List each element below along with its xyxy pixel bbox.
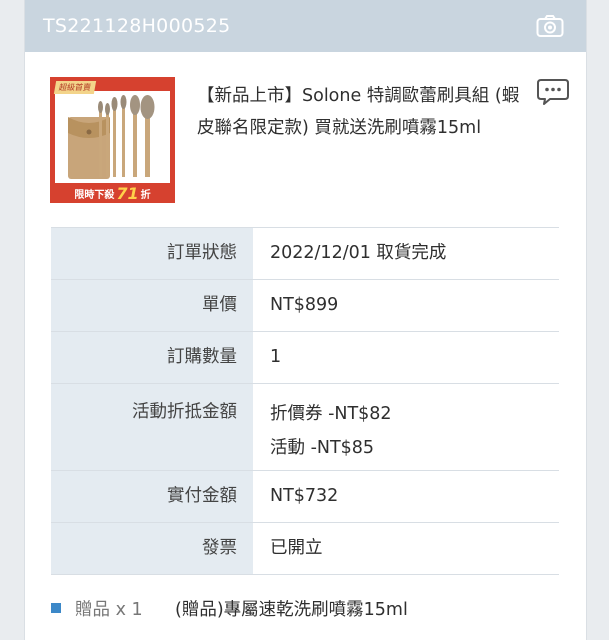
detail-row-quantity: 訂購數量 1 [51,332,559,384]
gift-label: 贈品 x 1 [75,599,143,620]
detail-label: 發票 [51,523,253,574]
order-details-table: 訂單狀態 2022/12/01 取貨完成 單價 NT$899 訂購數量 1 活動… [51,227,559,575]
thumbnail-tag: 超級首賣 [53,81,97,94]
detail-value: NT$899 [270,295,339,315]
detail-row-status: 訂單狀態 2022/12/01 取貨完成 [51,227,559,280]
detail-value: 1 [270,347,282,367]
invoice-link[interactable]: 已開立 [253,523,559,574]
banner-discount: 71 [116,183,139,203]
product-row[interactable]: 超級首賣 限時下殺 71 折 【新品上市】Solone 特調歐蕾刷具組 (蝦皮聯… [25,52,586,253]
camera-icon[interactable] [536,14,564,38]
chat-icon[interactable] [536,77,570,107]
thumbnail-banner: 限時下殺 71 折 [50,183,175,203]
banner-suffix: 折 [140,189,151,201]
detail-value: 2022/12/01 取貨完成 [270,243,447,263]
detail-label: 訂單狀態 [51,228,253,279]
detail-label: 活動折抵金額 [51,384,253,470]
product-title[interactable]: 【新品上市】Solone 特調歐蕾刷具組 (蝦皮聯名限定款) 買就送洗刷噴霧15… [197,80,528,144]
discount-campaign: 活動 -NT$85 [270,438,375,458]
detail-value: NT$732 [270,486,339,506]
order-id: TS221128H000525 [43,15,231,37]
detail-value: 折價券 -NT$82 活動 -NT$85 [253,384,559,470]
gift-marker [51,603,61,613]
banner-prefix: 限時下殺 [74,189,115,201]
detail-row-unit-price: 單價 NT$899 [51,280,559,332]
detail-row-discount: 活動折抵金額 折價券 -NT$82 活動 -NT$85 [51,384,559,471]
detail-label: 單價 [51,280,253,331]
gift-text: (贈品)專屬速乾洗刷噴霧15ml [175,599,408,620]
product-thumbnail[interactable]: 超級首賣 限時下殺 71 折 [50,77,175,203]
order-header: TS221128H000525 [25,0,586,52]
detail-label: 實付金額 [51,471,253,522]
gift-row: 贈品 x 1 (贈品)專屬速乾洗刷噴霧15ml [51,596,408,620]
detail-row-invoice: 發票 已開立 [51,523,559,575]
order-card: TS221128H000525 超級首賣 限時下殺 71 折 【新品上市】Sol… [24,0,587,640]
detail-label: 訂購數量 [51,332,253,383]
discount-coupon: 折價券 -NT$82 [270,404,392,424]
detail-row-paid: 實付金額 NT$732 [51,471,559,523]
